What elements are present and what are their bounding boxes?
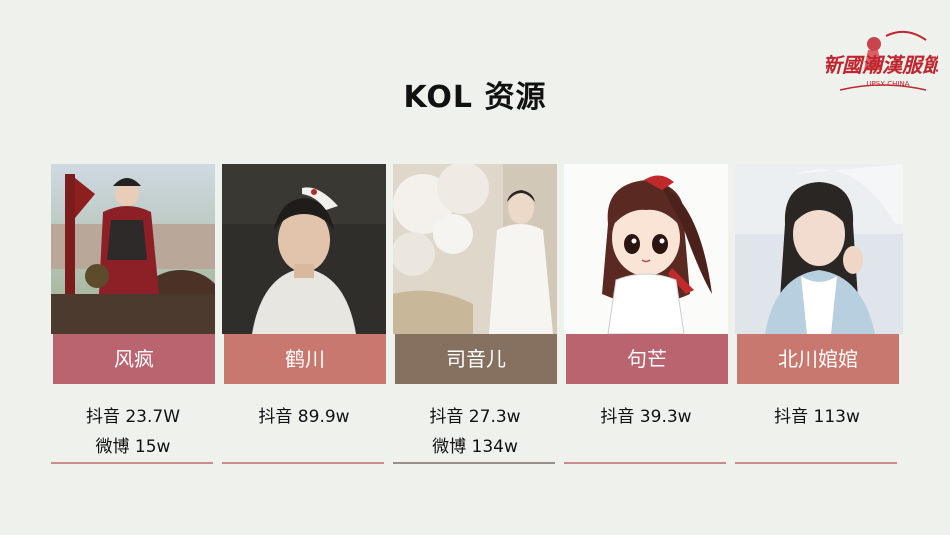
kol-name-bar: 司音儿 [395,334,557,384]
card-divider [564,462,726,464]
kol-name: 风疯 [114,347,154,371]
kol-stat-weibo: 微博 15w [95,437,171,457]
kol-stat-weibo: 微博 134w [432,437,518,457]
kol-stats: 抖音 89.9w [222,402,386,432]
kol-stats: 抖音 23.7W 微博 15w [51,402,215,462]
page-title: KOL 资源 [403,80,547,115]
kol-photo-3 [393,164,557,334]
kol-name-bar: 句芒 [566,334,728,384]
kol-stat-douyin: 抖音 89.9w [258,407,350,427]
card-divider [393,462,555,464]
kol-stat-douyin: 抖音 23.7W [85,407,181,427]
kol-photo-1 [51,164,215,334]
kol-photo-5 [735,164,903,334]
kol-stat-douyin: 抖音 113w [774,407,860,427]
kol-name-bar: 风疯 [53,334,215,384]
festival-logo: 新國潮漢服節 UPSX CHINA [822,26,946,98]
kol-photo-4 [564,164,728,334]
card-divider [222,462,384,464]
kol-stat-douyin: 抖音 27.3w [429,407,521,427]
kol-name: 司音儿 [446,347,506,371]
kol-stats: 抖音 27.3w 微博 134w [393,402,557,462]
card-divider [735,462,897,464]
logo-main-text: 新國潮漢服節 [826,53,938,77]
kol-name: 北川婠婠 [778,347,858,371]
kol-stats: 抖音 39.3w [564,402,728,432]
card-divider [51,462,213,464]
kol-name-bar: 北川婠婠 [737,334,899,384]
kol-stat-douyin: 抖音 39.3w [600,407,692,427]
kol-stats: 抖音 113w [735,402,899,432]
kol-name: 句芒 [627,347,667,371]
kol-photo-2 [222,164,386,334]
kol-name: 鹤川 [285,347,325,371]
kol-name-bar: 鹤川 [224,334,386,384]
